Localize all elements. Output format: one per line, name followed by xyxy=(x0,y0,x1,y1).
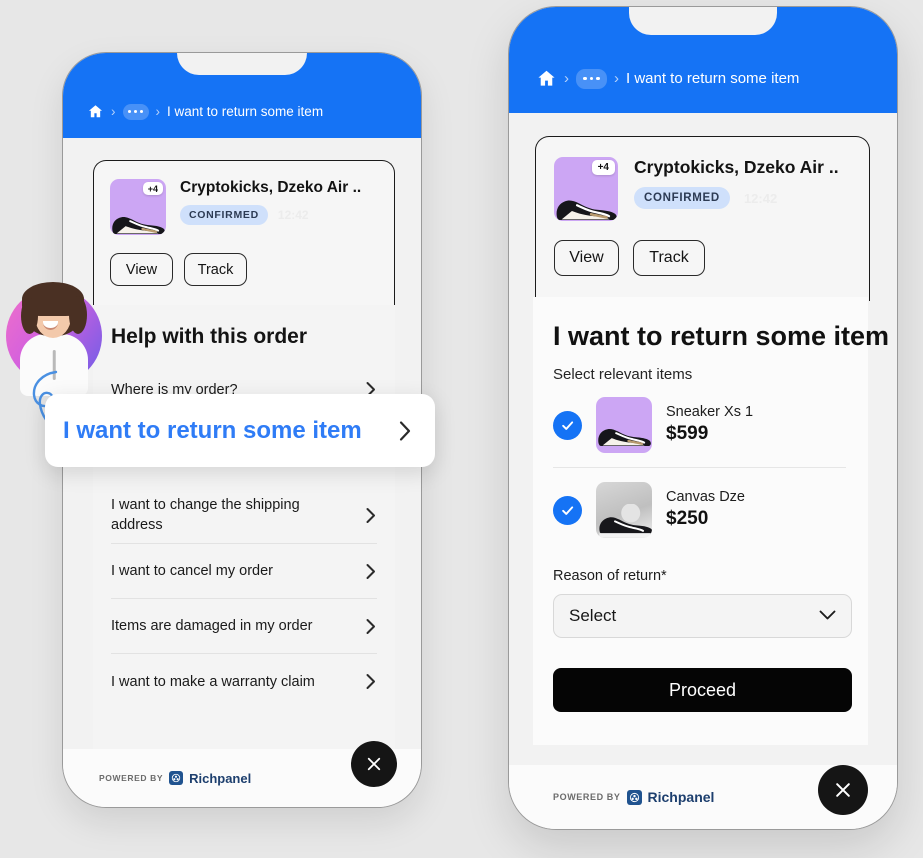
breadcrumb-title: I want to return some item xyxy=(167,104,324,119)
sneaker-illustration xyxy=(112,216,165,234)
breadcrumb-separator-2: › xyxy=(614,70,619,87)
right-app-header: › › I want to return some item xyxy=(509,7,897,113)
item-price: $599 xyxy=(666,423,709,445)
thumbnail-count-badge: +4 xyxy=(591,160,615,175)
breadcrumb-title: I want to return some item xyxy=(626,70,800,87)
item-thumbnail xyxy=(596,482,652,538)
help-item-warranty-claim[interactable]: I want to make a warranty claim xyxy=(111,654,377,709)
richpanel-logo-icon xyxy=(626,789,642,805)
reason-select[interactable]: Select xyxy=(553,594,852,638)
item-checkbox-checked[interactable] xyxy=(553,495,582,525)
chevron-right-icon xyxy=(365,618,377,635)
sneaker-illustration xyxy=(556,200,617,220)
sneaker-illustration xyxy=(598,428,651,446)
status-badge: CONFIRMED xyxy=(180,205,268,225)
breadcrumb-separator-1: › xyxy=(564,70,569,87)
right-phone-notch xyxy=(629,7,777,35)
right-breadcrumb: › › I want to return some item xyxy=(536,68,799,89)
item-thumbnail xyxy=(596,397,652,453)
proceed-button[interactable]: Proceed xyxy=(553,668,852,712)
status-badge: CONFIRMED xyxy=(634,187,730,209)
left-breadcrumb: › › I want to return some item xyxy=(87,103,323,120)
left-app-header: › › I want to return some item xyxy=(63,53,421,138)
ellipsis-icon[interactable] xyxy=(122,103,149,120)
breadcrumb-separator-1: › xyxy=(111,104,116,119)
left-order-card: +4 Cryptokicks, Dzeko Air .. CONFIRMED 1… xyxy=(93,160,395,305)
sneaker-thumbnail: +4 xyxy=(110,179,166,235)
left-help-panel: Help with this order Where is my order? … xyxy=(93,305,395,750)
thumbnail-count-badge: +4 xyxy=(142,182,163,195)
help-item-return-some-item-highlighted[interactable]: I want to return some item xyxy=(45,394,435,467)
powered-by-richpanel: POWERED BY Richpanel xyxy=(99,771,251,786)
order-time-watermark: 12:42 xyxy=(277,208,309,222)
help-item-label: Items are damaged in my order xyxy=(111,618,313,634)
chevron-down-icon xyxy=(819,606,836,626)
help-item-label: I want to return some item xyxy=(63,416,362,444)
help-item-label: I want to change the shipping address xyxy=(111,496,300,533)
order-title: Cryptokicks, Dzeko Air .. xyxy=(634,157,839,177)
chevron-right-icon xyxy=(365,563,377,580)
sneaker-illustration xyxy=(599,504,652,538)
item-price: $250 xyxy=(666,508,709,530)
view-button[interactable]: View xyxy=(110,253,173,286)
reason-select-value: Select xyxy=(569,606,617,625)
item-checkbox-checked[interactable] xyxy=(553,410,582,440)
help-item-label: I want to cancel my order xyxy=(111,563,273,579)
help-item-change-shipping-address[interactable]: I want to change the shipping address xyxy=(111,488,377,544)
chevron-right-icon xyxy=(365,673,377,690)
close-button[interactable] xyxy=(351,741,397,787)
left-phone-notch xyxy=(177,53,307,75)
chevron-right-icon xyxy=(365,507,377,524)
agent-avatar xyxy=(6,282,102,396)
close-button[interactable] xyxy=(818,765,868,815)
return-form-panel: I want to return some item Select releva… xyxy=(533,297,890,745)
order-title: Cryptokicks, Dzeko Air .. xyxy=(180,179,362,196)
richpanel-logo-icon xyxy=(169,771,184,785)
order-time-watermark: 12:42 xyxy=(743,190,778,206)
richpanel-wordmark: Richpanel xyxy=(647,789,715,805)
powered-by-label: POWERED BY xyxy=(553,792,621,802)
powered-by-label: POWERED BY xyxy=(99,773,164,783)
sneaker-thumbnail: +4 xyxy=(554,157,618,221)
return-form-subtitle: Select relevant items xyxy=(553,366,693,383)
return-item-row: Canvas Dze $250 xyxy=(553,468,846,548)
ellipsis-icon[interactable] xyxy=(576,68,607,89)
chevron-right-icon xyxy=(397,419,413,443)
view-button[interactable]: View xyxy=(554,240,619,276)
close-icon xyxy=(836,783,850,797)
help-heading: Help with this order xyxy=(111,325,308,348)
home-icon[interactable] xyxy=(87,103,104,120)
help-item-label: I want to make a warranty claim xyxy=(111,673,315,690)
close-icon xyxy=(367,757,381,771)
item-name: Canvas Dze xyxy=(666,488,745,505)
track-button[interactable]: Track xyxy=(184,253,247,286)
track-button[interactable]: Track xyxy=(633,240,705,276)
help-item-items-damaged[interactable]: Items are damaged in my order xyxy=(111,599,377,654)
reason-field-label: Reason of return* xyxy=(553,568,667,584)
check-icon xyxy=(562,420,574,430)
richpanel-wordmark: Richpanel xyxy=(189,770,252,786)
powered-by-richpanel: POWERED BY Richpanel xyxy=(553,789,714,805)
return-form-title: I want to return some item xyxy=(553,321,890,351)
item-name: Sneaker Xs 1 xyxy=(666,403,754,420)
return-item-row: Sneaker Xs 1 $599 xyxy=(553,383,846,468)
help-item-cancel-order[interactable]: I want to cancel my order xyxy=(111,544,377,599)
home-icon[interactable] xyxy=(536,68,557,89)
check-icon xyxy=(562,505,574,515)
breadcrumb-separator-2: › xyxy=(155,104,161,119)
right-order-card: +4 Cryptokicks, Dzeko Air .. CONFIRMED 1… xyxy=(535,136,870,301)
